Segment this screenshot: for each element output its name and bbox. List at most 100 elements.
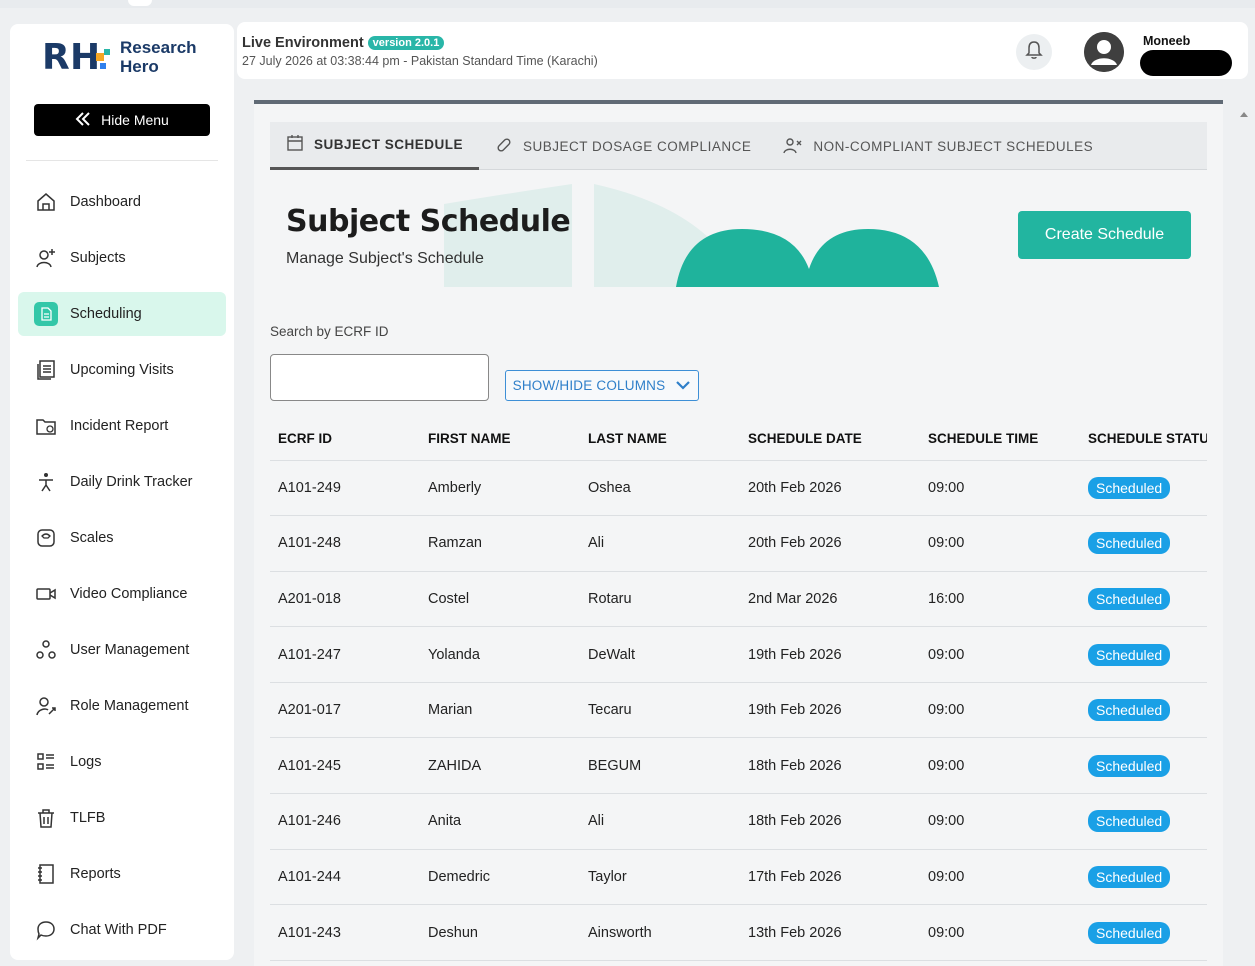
table-cell-schedule-time: 09:00 <box>920 515 1080 572</box>
sidebar-item-label: Dashboard <box>70 194 141 210</box>
sidebar-item-upcoming-visits[interactable]: Upcoming Visits <box>18 342 226 398</box>
column-header-schedule-status[interactable]: SCHEDULE STATUS <box>1080 418 1207 461</box>
table-cell-last-name: Rotaru <box>580 571 740 628</box>
sidebar-item-dashboard[interactable]: Dashboard <box>18 174 226 230</box>
person-icon <box>34 470 58 494</box>
current-datetime: 27 July 2026 at 03:38:44 pm - Pakistan S… <box>242 54 598 68</box>
brand-logo[interactable]: RH Research Hero <box>42 38 197 76</box>
table-cell-last-name: Tecaru <box>580 682 740 739</box>
sidebar-item-logs[interactable]: Logs <box>18 734 226 790</box>
table-cell-first-name: Anita <box>420 793 580 850</box>
table-cell-schedule-status: Scheduled <box>1080 849 1207 906</box>
table-cell-ecrf-id: A201-017 <box>270 682 420 739</box>
column-header-last-name[interactable]: LAST NAME <box>580 418 740 461</box>
sidebar-item-role-management[interactable]: Role Management <box>18 678 226 734</box>
table-row[interactable]: A101-246 Anita Ali 18th Feb 2026 09:00 Schedu… <box>270 793 1207 850</box>
column-header-ecrf-id[interactable]: ECRF ID <box>270 418 420 461</box>
show-hide-columns-button[interactable]: SHOW/HIDE COLUMNS <box>505 370 699 401</box>
table-cell-schedule-status: Scheduled <box>1080 737 1207 795</box>
table-row[interactable]: A101-249 Amberly Oshea 20th Feb 2026 09:00 Sc… <box>270 460 1207 517</box>
bell-icon <box>1025 40 1043 65</box>
table-cell-first-name: Yolanda <box>420 626 580 683</box>
sidebar-item-chat-with-pdf[interactable]: Chat With PDF <box>18 902 226 958</box>
table-cell-ecrf-id: A101-243 <box>270 904 420 961</box>
scroll-up-arrow[interactable] <box>1240 112 1248 117</box>
sidebar-item-reports[interactable]: Reports <box>18 846 226 902</box>
table-cell-first-name: Marian <box>420 682 580 739</box>
status-badge: Scheduled <box>1088 532 1171 555</box>
chevron-down-icon <box>675 378 691 393</box>
table-cell-first-name: ZAHIDA <box>420 737 580 795</box>
schedule-table-wrapper: ECRF ID FIRST NAME LAST NAME SCHEDULE DATE S… <box>270 418 1207 961</box>
environment-title: Live Environment <box>242 35 364 51</box>
create-schedule-button[interactable]: Create Schedule <box>1018 211 1191 259</box>
table-row[interactable]: A101-243 Deshun Ainsworth 13th Feb 2026 09:0… <box>270 904 1207 961</box>
table-cell-ecrf-id: A101-244 <box>270 849 420 906</box>
table-cell-schedule-date: 18th Feb 2026 <box>740 737 920 795</box>
table-row[interactable]: A101-248 Ramzan Ali 20th Feb 2026 09:00 Sched… <box>270 515 1207 572</box>
ecrf-search-input[interactable] <box>270 354 489 401</box>
notifications-button[interactable] <box>1016 34 1052 70</box>
table-cell-last-name: Ainsworth <box>580 904 740 961</box>
table-cell-last-name: Oshea <box>580 460 740 517</box>
table-cell-ecrf-id: A101-245 <box>270 737 420 795</box>
table-cell-ecrf-id: A101-247 <box>270 626 420 683</box>
table-cell-schedule-date: 2nd Mar 2026 <box>740 571 920 628</box>
table-cell-schedule-status: Scheduled <box>1080 904 1207 961</box>
table-cell-schedule-date: 20th Feb 2026 <box>740 515 920 572</box>
table-row[interactable]: A101-244 Demedric Taylor 17th Feb 2026 09:00… <box>270 849 1207 906</box>
sidebar-nav: Dashboard Subjects Scheduling Upcoming Visi… <box>18 174 226 958</box>
table-cell-first-name: Deshun <box>420 904 580 961</box>
sidebar-item-video-compliance[interactable]: Video Compliance <box>18 566 226 622</box>
column-header-schedule-time[interactable]: SCHEDULE TIME <box>920 418 1080 461</box>
sidebar-item-label: Incident Report <box>70 418 169 434</box>
sidebar-item-label: Logs <box>70 754 102 770</box>
avatar[interactable] <box>1084 32 1124 72</box>
user-name[interactable]: Moneeb <box>1143 34 1190 48</box>
sidebar-item-tlfb[interactable]: TLFB <box>18 790 226 846</box>
table-cell-ecrf-id: A101-246 <box>270 793 420 850</box>
table-cell-schedule-date: 13th Feb 2026 <box>740 904 920 961</box>
hide-menu-button[interactable]: Hide Menu <box>34 104 210 136</box>
table-cell-first-name: Demedric <box>420 849 580 906</box>
brand-line2: Hero <box>120 57 159 76</box>
table-cell-last-name: DeWalt <box>580 626 740 683</box>
brand-line1: Research <box>120 38 197 57</box>
page-subtitle: Manage Subject's Schedule <box>286 250 484 267</box>
document-icon <box>34 302 58 326</box>
video-icon <box>34 582 58 606</box>
sidebar-item-scales[interactable]: Scales <box>18 510 226 566</box>
table-cell-schedule-status: Scheduled <box>1080 626 1207 683</box>
table-row[interactable]: A101-247 Yolanda DeWalt 19th Feb 2026 09:00 S… <box>270 626 1207 683</box>
status-badge: Scheduled <box>1088 865 1171 888</box>
table-cell-ecrf-id: A201-018 <box>270 571 420 628</box>
version-badge: version 2.0.1 <box>367 36 445 50</box>
tab-subject-dosage-compliance[interactable]: SUBJECT DOSAGE COMPLIANCE <box>479 122 767 170</box>
sidebar-divider <box>26 160 218 161</box>
status-badge: Scheduled <box>1088 754 1171 777</box>
table-cell-schedule-date: 18th Feb 2026 <box>740 793 920 850</box>
tab-subject-schedule[interactable]: SUBJECT SCHEDULE <box>270 122 480 170</box>
sidebar-item-incident-report[interactable]: Incident Report <box>18 398 226 454</box>
sidebar-item-user-management[interactable]: User Management <box>18 622 226 678</box>
users-network-icon <box>34 638 58 662</box>
table-row[interactable]: A201-018 Costel Rotaru 2nd Mar 2026 16:00 Sch… <box>270 571 1207 628</box>
trash-calendar-icon <box>34 806 58 830</box>
user-add-icon <box>34 246 58 270</box>
double-chevron-left-icon <box>75 111 91 129</box>
notebook-icon <box>34 862 58 886</box>
user-role-icon <box>34 694 58 718</box>
column-header-schedule-date[interactable]: SCHEDULE DATE <box>740 418 920 461</box>
sidebar-item-subjects[interactable]: Subjects <box>18 230 226 286</box>
tab-non-compliant-subject-schedules[interactable]: NON-COMPLIANT SUBJECT SCHEDULES <box>767 122 1109 170</box>
user-role-redacted <box>1140 50 1232 76</box>
column-header-first-name[interactable]: FIRST NAME <box>420 418 580 461</box>
table-row[interactable]: A101-245 ZAHIDA BEGUM 18th Feb 2026 09:00 Sch… <box>270 737 1207 795</box>
sidebar-item-daily-drink-tracker[interactable]: Daily Drink Tracker <box>18 454 226 510</box>
table-cell-schedule-status: Scheduled <box>1080 682 1207 739</box>
table-cell-schedule-status: Scheduled <box>1080 515 1207 572</box>
table-row[interactable]: A201-017 Marian Tecaru 19th Feb 2026 09:00 Sc… <box>270 682 1207 739</box>
sidebar-item-label: Role Management <box>70 698 189 714</box>
sidebar-item-scheduling[interactable]: Scheduling <box>18 292 226 336</box>
sidebar-item-label: Upcoming Visits <box>70 362 174 378</box>
